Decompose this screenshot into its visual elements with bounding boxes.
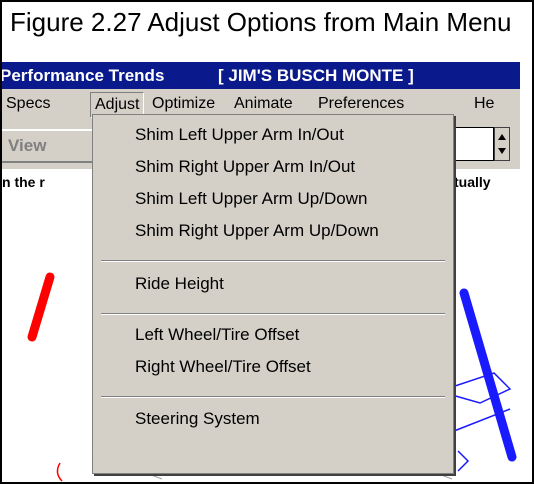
- figure-caption: Figure 2.27 Adjust Options from Main Men…: [10, 7, 512, 37]
- view-button[interactable]: View: [2, 129, 98, 163]
- menu-item-label: Shim Right Upper Arm In/Out: [135, 157, 356, 176]
- value-input[interactable]: [450, 127, 494, 161]
- app-title: Performance Trends: [0, 66, 165, 85]
- menu-item-label: Shim Left Upper Arm Up/Down: [135, 189, 368, 208]
- spinner-control[interactable]: [494, 127, 510, 161]
- menu-item-label: Left Wheel/Tire Offset: [135, 325, 300, 344]
- menu-separator: [101, 313, 445, 315]
- menu-item-label: Right Wheel/Tire Offset: [135, 357, 311, 376]
- left-wheel-arc: [56, 462, 63, 482]
- menu-separator: [101, 396, 445, 398]
- spinner-arrows-icon: [498, 134, 506, 154]
- right-spindle-mark: [457, 450, 470, 472]
- menu-specs[interactable]: Specs: [6, 89, 50, 119]
- adjust-dropdown-menu: Shim Left Upper Arm In/Out Shim Right Up…: [92, 114, 454, 474]
- instruction-right: tually: [454, 174, 491, 190]
- right-edge: [520, 2, 532, 482]
- vehicle-name: [ JIM'S BUSCH MONTE ]: [218, 66, 414, 85]
- menu-item-label: Shim Right Upper Arm Up/Down: [135, 221, 379, 240]
- figure-frame: Figure 2.27 Adjust Options from Main Men…: [0, 0, 534, 484]
- window-titlebar: Performance Trends [ JIM'S BUSCH MONTE ]: [2, 62, 532, 89]
- menu-help[interactable]: He: [474, 89, 494, 119]
- instruction-left: n the r: [2, 174, 45, 190]
- menu-separator: [101, 260, 445, 262]
- right-wheel-outline: [451, 372, 512, 404]
- menu-item-label: Shim Left Upper Arm In/Out: [135, 125, 344, 144]
- left-upper-arm: [27, 272, 55, 342]
- menu-item-label: Steering System: [135, 409, 260, 428]
- menu-item-label: Ride Height: [135, 274, 224, 293]
